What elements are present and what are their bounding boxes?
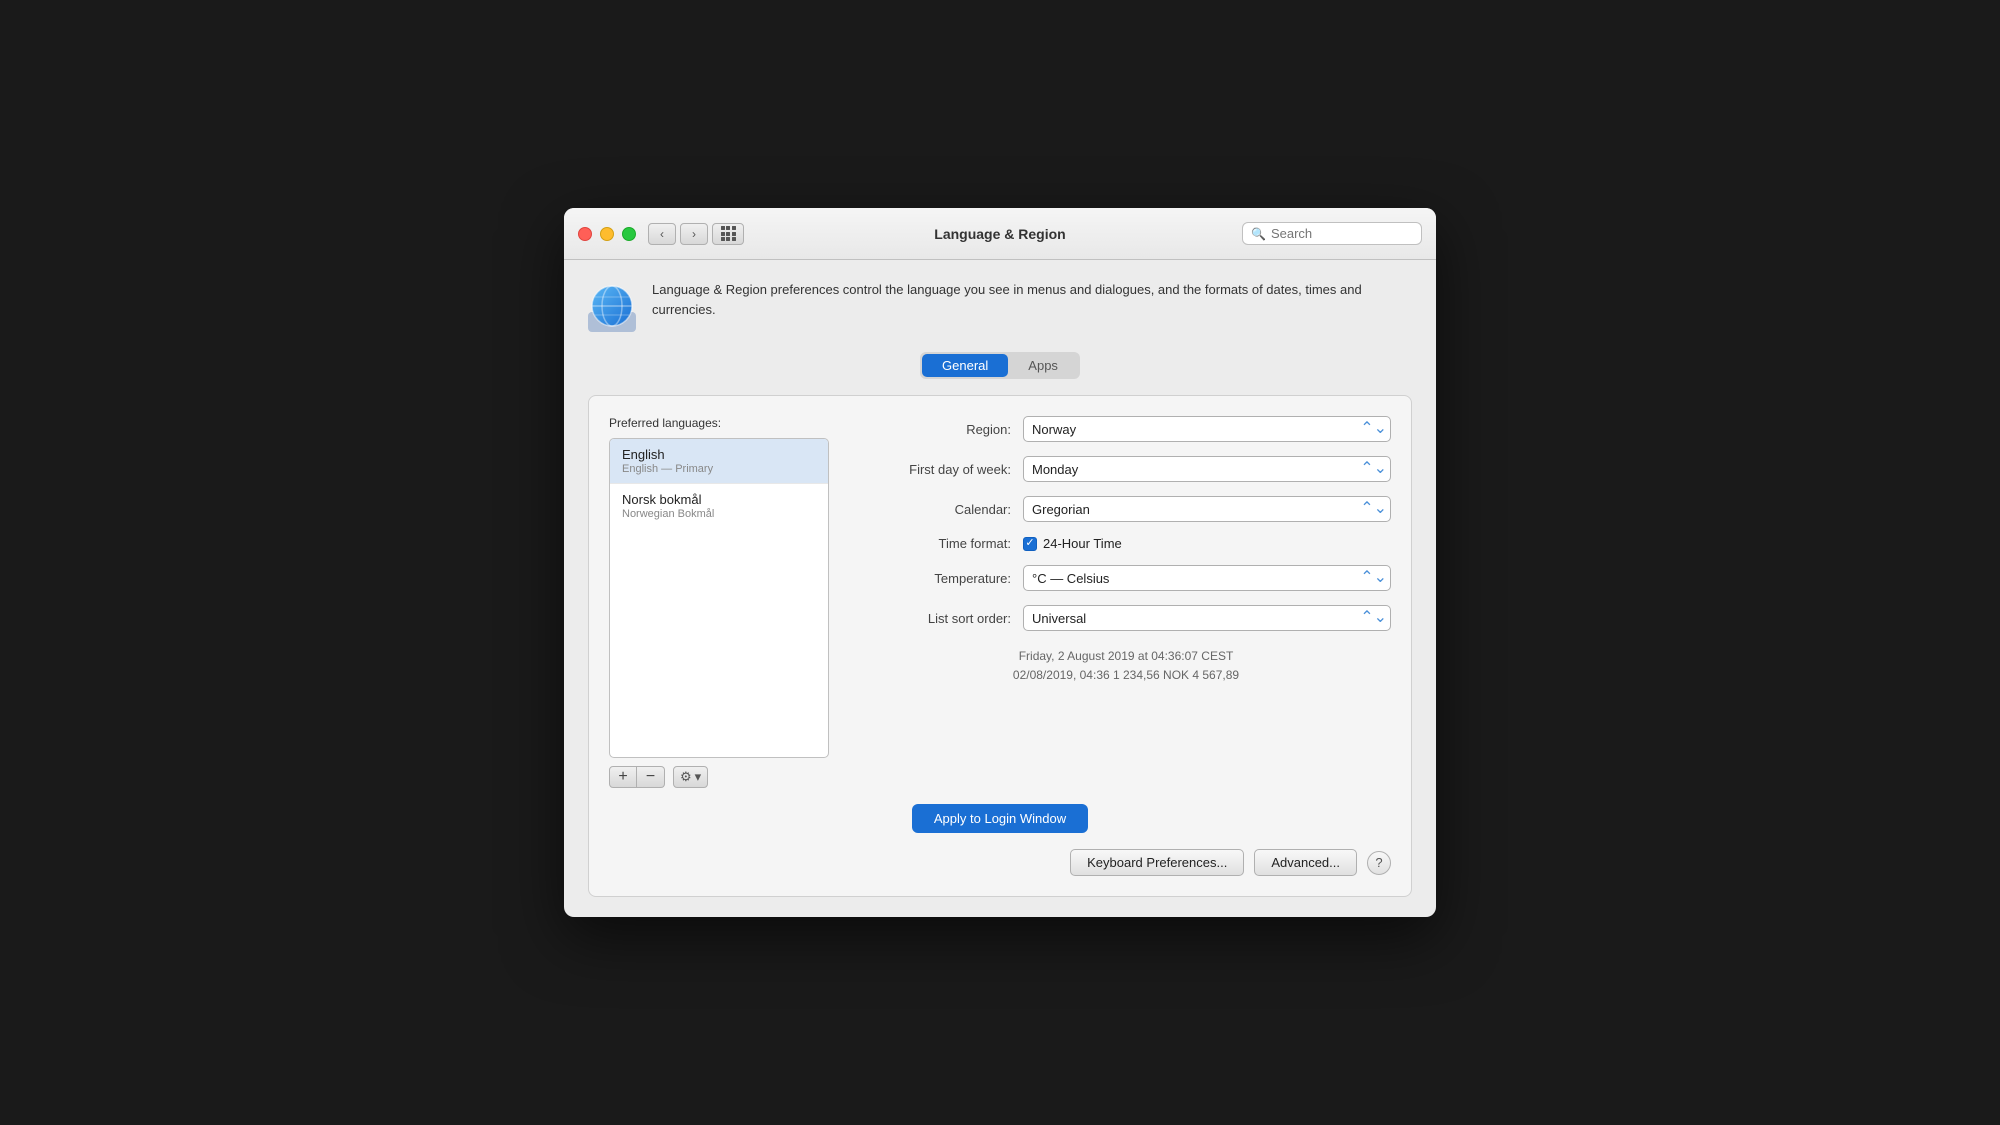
lang-name: Norsk bokmål — [622, 492, 816, 507]
date-line-1: Friday, 2 August 2019 at 04:36:07 CEST — [861, 647, 1391, 666]
content-area: Language & Region preferences control th… — [564, 260, 1436, 917]
traffic-lights — [578, 227, 636, 241]
temperature-row: Temperature: °C — Celsius ⌃⌄ — [861, 565, 1391, 591]
system-preferences-window: ‹ › Language & Region 🔍 — [564, 208, 1436, 917]
week-label: First day of week: — [861, 462, 1011, 477]
temperature-select[interactable]: °C — Celsius — [1023, 565, 1391, 591]
checkbox-area: ✓ 24-Hour Time — [1023, 536, 1122, 551]
time-format-label: Time format: — [861, 536, 1011, 551]
temperature-select-wrapper: °C — Celsius ⌃⌄ — [1023, 565, 1391, 591]
list-item[interactable]: Norsk bokmål Norwegian Bokmål — [610, 484, 828, 528]
tab-apps[interactable]: Apps — [1008, 354, 1078, 377]
calendar-select-wrapper: Gregorian ⌃⌄ — [1023, 496, 1391, 522]
lang-sub: Norwegian Bokmål — [622, 508, 816, 520]
tab-container: General Apps — [920, 352, 1080, 379]
time-format-row: Time format: ✓ 24-Hour Time — [861, 536, 1391, 551]
time-format-text: 24-Hour Time — [1043, 536, 1122, 551]
languages-label: Preferred languages: — [609, 416, 829, 430]
sort-label: List sort order: — [861, 611, 1011, 626]
grid-icon — [721, 226, 736, 241]
week-select[interactable]: Monday — [1023, 456, 1391, 482]
checkmark-icon: ✓ — [1025, 538, 1034, 549]
description-area: Language & Region preferences control th… — [588, 280, 1412, 332]
lang-name: English — [622, 447, 816, 462]
main-panel: Preferred languages: English English — P… — [588, 395, 1412, 897]
nav-buttons: ‹ › — [648, 223, 708, 245]
region-row: Region: Norway ⌃⌄ — [861, 416, 1391, 442]
date-line-2: 02/08/2019, 04:36 1 234,56 NOK 4 567,89 — [861, 666, 1391, 685]
list-item[interactable]: English English — Primary — [610, 439, 828, 484]
tab-general[interactable]: General — [922, 354, 1008, 377]
sort-select-wrapper: Universal ⌃⌄ — [1023, 605, 1391, 631]
week-select-wrapper: Monday ⌃⌄ — [1023, 456, 1391, 482]
minimize-button[interactable] — [600, 227, 614, 241]
titlebar: ‹ › Language & Region 🔍 — [564, 208, 1436, 260]
region-select[interactable]: Norway — [1023, 416, 1391, 442]
tabs-area: General Apps — [588, 352, 1412, 379]
calendar-label: Calendar: — [861, 502, 1011, 517]
back-button[interactable]: ‹ — [648, 223, 676, 245]
footer-buttons: Keyboard Preferences... Advanced... ? — [609, 849, 1391, 876]
globe-icon — [588, 284, 636, 332]
bottom-area: Apply to Login Window Keyboard Preferenc… — [609, 804, 1391, 876]
remove-language-button[interactable]: − — [637, 766, 665, 788]
help-button[interactable]: ? — [1367, 851, 1391, 875]
sort-order-row: List sort order: Universal ⌃⌄ — [861, 605, 1391, 631]
maximize-button[interactable] — [622, 227, 636, 241]
description-text: Language & Region preferences control th… — [652, 280, 1412, 319]
gear-dropdown-button[interactable]: ⚙ ▾ — [673, 766, 708, 788]
sort-select[interactable]: Universal — [1023, 605, 1391, 631]
chevron-down-icon: ▾ — [695, 769, 702, 785]
close-button[interactable] — [578, 227, 592, 241]
lang-sub: English — Primary — [622, 463, 816, 475]
forward-button[interactable]: › — [680, 223, 708, 245]
add-language-button[interactable]: + — [609, 766, 637, 788]
temperature-label: Temperature: — [861, 571, 1011, 586]
languages-section: Preferred languages: English English — P… — [609, 416, 829, 788]
window-title: Language & Region — [934, 226, 1065, 242]
gear-icon: ⚙ — [680, 769, 692, 785]
calendar-row: Calendar: Gregorian ⌃⌄ — [861, 496, 1391, 522]
keyboard-preferences-button[interactable]: Keyboard Preferences... — [1070, 849, 1244, 876]
search-input[interactable] — [1271, 226, 1413, 241]
search-box[interactable]: 🔍 — [1242, 222, 1422, 245]
time-format-checkbox[interactable]: ✓ — [1023, 537, 1037, 551]
region-select-wrapper: Norway ⌃⌄ — [1023, 416, 1391, 442]
list-controls: + − ⚙ ▾ — [609, 766, 829, 788]
date-info: Friday, 2 August 2019 at 04:36:07 CEST 0… — [861, 647, 1391, 685]
calendar-select[interactable]: Gregorian — [1023, 496, 1391, 522]
all-prefs-button[interactable] — [712, 223, 744, 245]
panel-inner: Preferred languages: English English — P… — [609, 416, 1391, 788]
search-icon: 🔍 — [1251, 227, 1266, 241]
apply-to-login-window-button[interactable]: Apply to Login Window — [912, 804, 1088, 833]
language-list: English English — Primary Norsk bokmål N… — [609, 438, 829, 758]
settings-section: Region: Norway ⌃⌄ First day of week: — [861, 416, 1391, 788]
week-row: First day of week: Monday ⌃⌄ — [861, 456, 1391, 482]
region-label: Region: — [861, 422, 1011, 437]
advanced-button[interactable]: Advanced... — [1254, 849, 1357, 876]
